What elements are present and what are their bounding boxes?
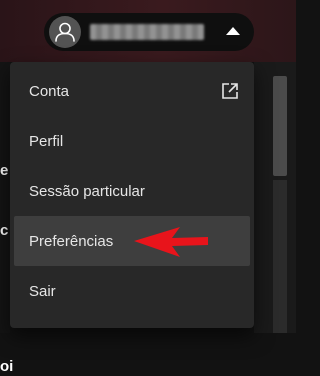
clipped-text-fragment: oi <box>0 358 14 375</box>
menu-item-conta[interactable]: Conta <box>14 66 250 116</box>
clipped-text-fragment: e <box>0 162 9 179</box>
clipped-text-fragment: c <box>0 222 9 239</box>
scrollbar-track[interactable] <box>273 180 287 333</box>
username-redacted <box>90 24 204 40</box>
avatar[interactable] <box>49 16 81 48</box>
menu-item-sair[interactable]: Sair <box>14 266 250 316</box>
annotation-arrow-icon <box>134 227 208 257</box>
menu-item-label: Preferências <box>29 232 114 250</box>
menu-item-perfil[interactable]: Perfil <box>14 116 250 166</box>
main-content-edge: e c oi <box>0 62 13 375</box>
menu-item-label: Sair <box>29 282 56 300</box>
menu-item-sessao-particular[interactable]: Sessão particular <box>14 166 250 216</box>
external-link-icon <box>222 83 238 99</box>
menu-item-label: Conta <box>29 82 70 100</box>
caret-up-icon <box>226 27 240 35</box>
scrollbar-thumb[interactable] <box>273 76 287 176</box>
menu-item-label: Sessão particular <box>29 182 145 200</box>
account-dropdown-menu: Conta Perfil Sessão particular Preferênc… <box>10 62 254 328</box>
user-menu-button[interactable] <box>44 13 254 51</box>
user-icon <box>55 22 75 42</box>
menu-item-label: Perfil <box>29 132 64 150</box>
